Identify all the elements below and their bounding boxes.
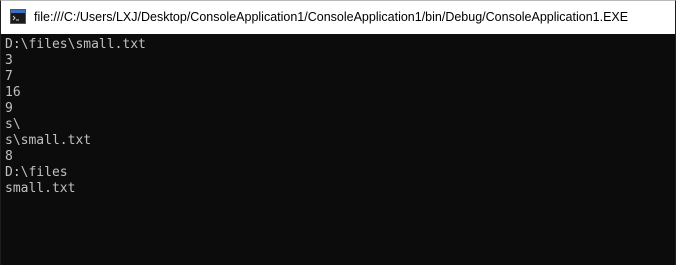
console-output: D:\files\small.txt 3 7 16 9 s\ s\small.t… (5, 37, 146, 197)
console-output-area[interactable]: D:\files\small.txt 3 7 16 9 s\ s\small.t… (1, 34, 675, 265)
console-line: 7 (5, 69, 13, 84)
console-app-icon[interactable] (10, 9, 26, 24)
console-line: 9 (5, 101, 13, 116)
console-line: s\small.txt (5, 133, 92, 148)
console-line: 16 (5, 85, 21, 100)
console-line: D:\files\small.txt (5, 37, 146, 52)
console-line: 8 (5, 149, 13, 164)
title-bar[interactable]: file:///C:/Users/LXJ/Desktop/ConsoleAppl… (1, 1, 675, 34)
console-line: 3 (5, 53, 13, 68)
console-line: D:\files (5, 165, 68, 180)
window-title: file:///C:/Users/LXJ/Desktop/ConsoleAppl… (34, 10, 629, 24)
console-window: file:///C:/Users/LXJ/Desktop/ConsoleAppl… (0, 0, 676, 265)
console-line: small.txt (5, 181, 76, 196)
console-line: s\ (5, 117, 21, 132)
